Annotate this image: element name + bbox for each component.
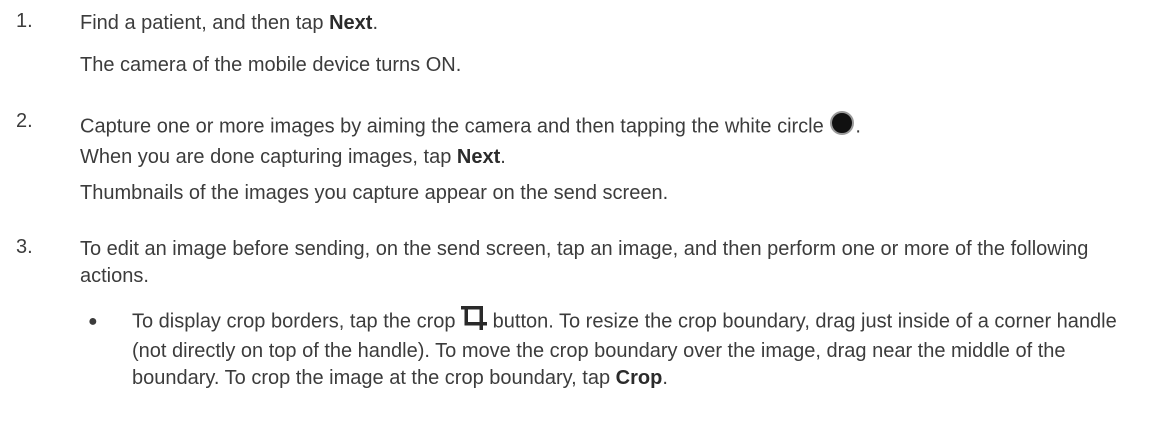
bullet-prefix: To display crop borders, tap the crop [132,310,456,333]
step-result: Thumbnails of the images you capture app… [80,182,669,204]
step-result: The camera of the mobile device turns ON… [80,54,462,76]
step-text: When you are done capturing images, tap [80,146,457,168]
step-text: Find a patient, and then tap [80,12,330,34]
bullet-bold-text: Crop [615,367,663,389]
step-text: Capture one or more images by aiming the… [80,115,824,138]
step-bold-text: Next [456,146,501,168]
crop-icon [461,306,488,338]
step-number: 2. [16,110,33,132]
step-instruction: To edit an image before sending, on the … [80,238,1089,287]
bullet-suffix: . [662,367,668,389]
bullet-text: To display crop borders, tap the crop bu… [132,306,1146,392]
record-circle-icon [829,110,855,144]
bullet-symbol: ● [88,313,98,330]
step-text: . [372,12,378,34]
step-number: 1. [16,10,33,32]
step-text: . [855,115,861,138]
step-instruction: Find a patient, and then tap Next. [80,10,1146,37]
step-instruction: Capture one or more images by aiming the… [80,110,1146,171]
step-bold-text: Next [329,12,373,34]
document-page: 1. Find a patient, and then tap Next. Th… [0,0,1170,431]
step-text: . [500,146,506,168]
step-number: 3. [16,236,33,258]
